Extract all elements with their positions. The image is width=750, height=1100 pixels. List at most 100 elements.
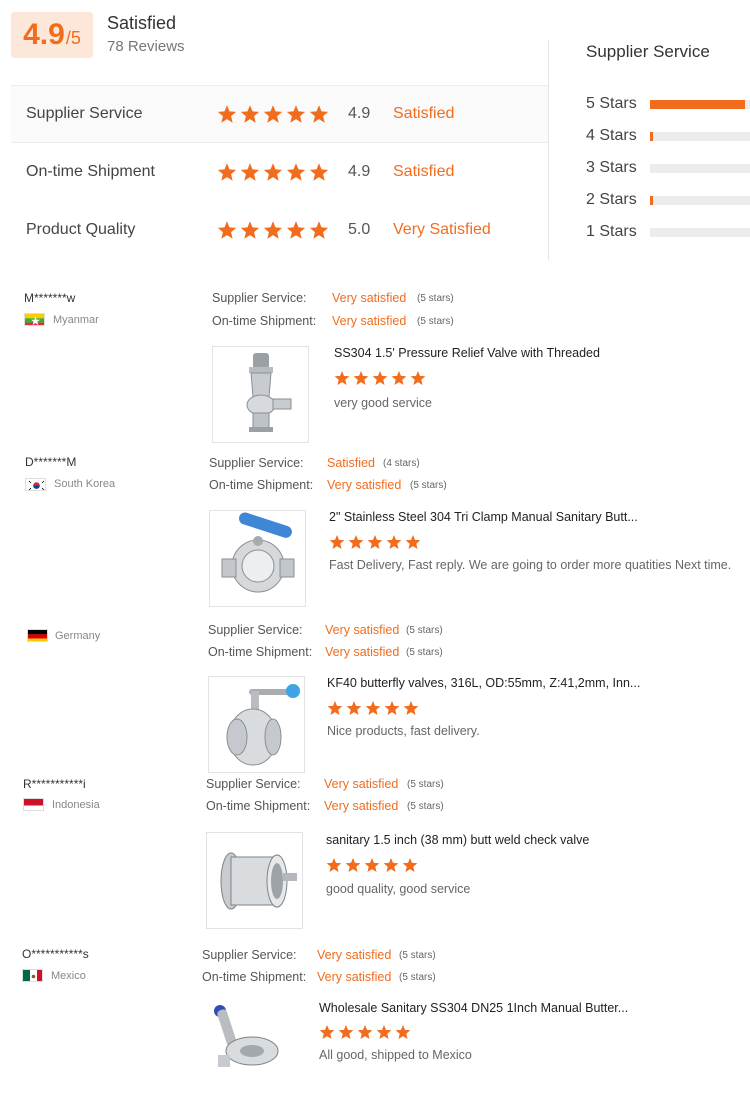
distribution-bar: [650, 164, 750, 173]
product-thumbnail[interactable]: [206, 832, 303, 929]
rating-desc: Satisfied: [393, 163, 455, 180]
star-icon: [217, 221, 237, 239]
review-stars: [326, 857, 418, 873]
star-icon: [263, 105, 283, 123]
ontime-shipment-value: Very satisfied: [325, 645, 400, 659]
ontime-shipment-value: Very satisfied: [327, 478, 402, 492]
star-icon: [376, 1025, 392, 1039]
product-thumbnail[interactable]: [209, 510, 306, 607]
rating-stars: [217, 104, 329, 124]
rating-stars: [217, 162, 329, 182]
supplier-service-label: Supplier Service:: [212, 291, 307, 305]
flag-indonesia-icon: [23, 798, 44, 811]
supplier-service-value: Very satisfied: [324, 777, 399, 791]
supplier-service-label: Supplier Service:: [206, 777, 301, 791]
supplier-service-label: Supplier Service:: [209, 456, 304, 470]
star-icon: [383, 858, 399, 872]
distribution-label: 3 Stars: [586, 159, 637, 176]
star-icon: [345, 858, 361, 872]
star-icon: [348, 535, 364, 549]
star-icon: [410, 371, 426, 385]
star-icon: [357, 1025, 373, 1039]
review-comment: Nice products, fast delivery.: [327, 724, 480, 738]
rating-stars: [217, 220, 329, 240]
star-icon: [286, 221, 306, 239]
score-denominator: /5: [65, 28, 81, 48]
product-name[interactable]: KF40 butterfly valves, 316L, OD:55mm, Z:…: [327, 676, 640, 690]
distribution-fill: [650, 100, 745, 109]
review-comment: Fast Delivery, Fast reply. We are going …: [329, 558, 732, 572]
supplier-service-value: Satisfied: [327, 456, 375, 470]
reviewer-country: Germany: [55, 630, 101, 642]
rating-score: 4.9: [348, 163, 371, 180]
reviewer-country: Myanmar: [53, 314, 99, 326]
ontime-shipment-value: Very satisfied: [317, 970, 392, 984]
score-badge: 4.9 /5: [11, 12, 93, 58]
supplier-service-stars: (5 stars): [407, 779, 444, 790]
star-icon: [403, 701, 419, 715]
ontime-shipment-label: On-time Shipment:: [209, 478, 314, 492]
star-icon: [391, 371, 407, 385]
review-comment: All good, shipped to Mexico: [319, 1048, 472, 1062]
distribution-bar: [650, 228, 750, 237]
product-name[interactable]: Wholesale Sanitary SS304 DN25 1Inch Manu…: [319, 1001, 628, 1015]
reviewer-country: Indonesia: [52, 799, 100, 811]
star-icon: [286, 163, 306, 181]
rating-score: 5.0: [348, 221, 371, 238]
product-name[interactable]: 2" Stainless Steel 304 Tri Clamp Manual …: [329, 510, 638, 524]
distribution-bar: [650, 196, 750, 205]
star-icon: [240, 105, 260, 123]
star-icon: [217, 163, 237, 181]
star-icon: [329, 535, 345, 549]
ontime-shipment-label: On-time Shipment:: [212, 314, 317, 328]
rating-row-product-quality[interactable]: Product Quality 5.0 Very Satisfied: [11, 201, 548, 259]
ontime-shipment-value: Very satisfied: [324, 799, 399, 813]
flag-south-korea-icon: [25, 478, 46, 491]
product-thumbnail[interactable]: [202, 1001, 295, 1071]
rating-label: Supplier Service: [26, 105, 143, 122]
reviewer-country: South Korea: [54, 478, 116, 490]
product-thumbnail[interactable]: [208, 676, 305, 773]
review-stars: [327, 700, 419, 716]
star-icon: [309, 163, 329, 181]
rating-row-supplier-service[interactable]: Supplier Service 4.9 Satisfied: [11, 85, 548, 143]
star-icon: [334, 371, 350, 385]
star-icon: [240, 163, 260, 181]
product-name[interactable]: SS304 1.5' Pressure Relief Valve with Th…: [334, 346, 600, 360]
rating-desc: Satisfied: [393, 105, 455, 122]
rating-label: On-time Shipment: [26, 163, 155, 180]
ontime-shipment-label: On-time Shipment:: [208, 645, 313, 659]
star-icon: [286, 105, 306, 123]
reviewer-name: M*******w: [24, 291, 76, 305]
category-ratings: Supplier Service 4.9 Satisfied On-time S…: [11, 85, 548, 259]
distribution-row-4: 4 Stars: [586, 126, 750, 146]
review-comment: very good service: [334, 396, 432, 410]
star-icon: [353, 371, 369, 385]
star-icon: [309, 105, 329, 123]
star-icon: [395, 1025, 411, 1039]
reviewer-name: O***********s: [22, 947, 89, 961]
distribution-fill: [650, 196, 653, 205]
rating-score: 4.9: [348, 105, 371, 122]
star-icon: [338, 1025, 354, 1039]
star-icon: [405, 535, 421, 549]
supplier-service-stars: (4 stars): [383, 458, 420, 469]
product-name[interactable]: sanitary 1.5 inch (38 mm) butt weld chec…: [326, 833, 589, 847]
star-icon: [217, 105, 237, 123]
ontime-shipment-stars: (5 stars): [406, 647, 443, 658]
distribution-label: 4 Stars: [586, 127, 637, 144]
ontime-shipment-stars: (5 stars): [399, 972, 436, 983]
star-icon: [346, 701, 362, 715]
rating-label: Product Quality: [26, 221, 136, 238]
star-icon: [384, 701, 400, 715]
review-count[interactable]: 78 Reviews: [107, 38, 185, 55]
supplier-service-stars: (5 stars): [406, 625, 443, 636]
rating-row-ontime-shipment[interactable]: On-time Shipment 4.9 Satisfied: [11, 143, 548, 201]
reviewer-country: Mexico: [51, 970, 86, 982]
supplier-service-stars: (5 stars): [399, 950, 436, 961]
reviewer-name: D*******M: [25, 455, 77, 469]
product-thumbnail[interactable]: [212, 346, 309, 443]
flag-germany-icon: [27, 629, 48, 642]
rating-desc: Very Satisfied: [393, 221, 491, 238]
supplier-service-stars: (5 stars): [417, 293, 454, 304]
